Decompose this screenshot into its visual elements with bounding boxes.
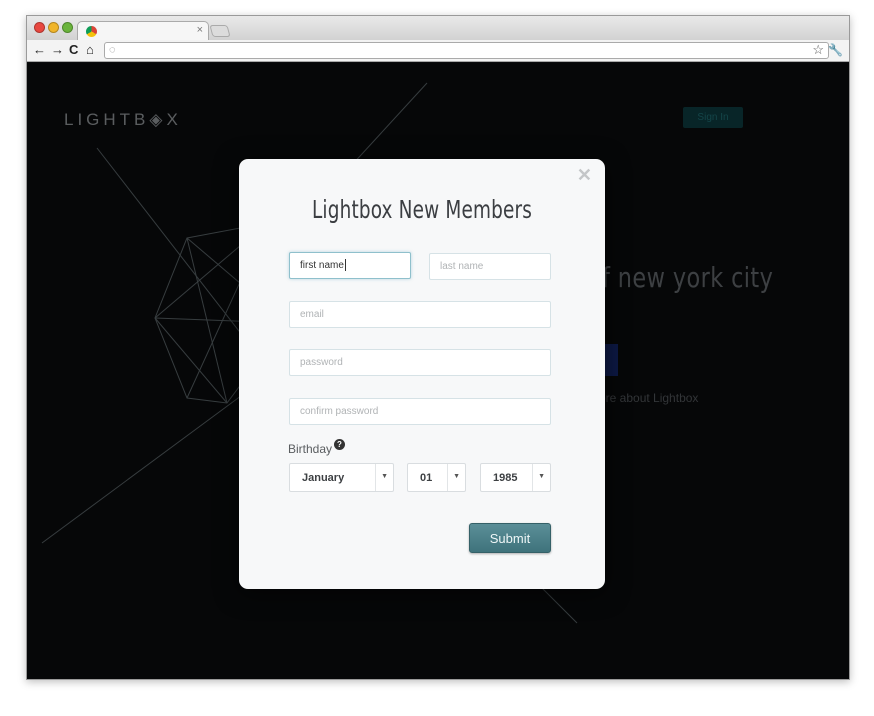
day-value: 01 — [420, 472, 433, 484]
email-field[interactable]: email — [289, 301, 551, 328]
minimize-window-button[interactable] — [48, 22, 59, 33]
title-bar: × — [27, 16, 849, 41]
zoom-window-button[interactable] — [62, 22, 73, 33]
new-tab-button[interactable] — [209, 25, 231, 37]
confirm-password-field[interactable]: confirm password — [289, 398, 551, 425]
year-value: 1985 — [493, 472, 518, 484]
home-icon[interactable]: ⌂ — [86, 43, 94, 57]
password-field[interactable]: password — [289, 349, 551, 376]
tab-close-icon[interactable]: × — [197, 24, 203, 36]
birthday-year-select[interactable]: 1985 ▼ — [480, 463, 551, 492]
back-icon[interactable]: ← — [33, 43, 46, 57]
submit-button[interactable]: Submit — [469, 523, 551, 553]
birthday-label: Birthday — [288, 442, 333, 456]
first-name-field[interactable]: first name — [289, 252, 411, 279]
close-window-button[interactable] — [34, 22, 45, 33]
birthday-day-select[interactable]: 01 ▼ — [407, 463, 466, 492]
select-divider — [447, 464, 448, 491]
first-name-value: first name — [300, 260, 344, 271]
bookmark-star-icon[interactable]: ☆ — [812, 42, 824, 58]
birthday-month-select[interactable]: January ▼ — [289, 463, 394, 492]
chevron-down-icon: ▼ — [381, 473, 388, 480]
month-value: January — [302, 472, 345, 484]
last-name-field[interactable]: last name — [429, 253, 551, 280]
signup-modal: ✕ Lightbox New Members first name last n… — [239, 159, 605, 589]
forward-icon[interactable]: → — [51, 43, 64, 57]
close-icon[interactable]: ✕ — [577, 165, 592, 186]
page-content: LIGHTB◈X Sign In f new york city ore abo… — [27, 63, 849, 679]
text-caret — [344, 259, 346, 272]
browser-tab[interactable]: × — [77, 21, 209, 41]
select-divider — [532, 464, 533, 491]
chevron-down-icon: ▼ — [453, 473, 460, 480]
chevron-down-icon: ▼ — [538, 473, 545, 480]
browser-toolbar: ← → C ⌂ ◌ ☆ 🔧 — [27, 40, 849, 62]
page-icon: ◌ — [109, 44, 116, 56]
modal-title: Lightbox New Members — [311, 195, 532, 224]
select-divider — [375, 464, 376, 491]
wrench-icon[interactable]: 🔧 — [828, 43, 843, 57]
browser-window: × ← → C ⌂ ◌ ☆ 🔧 LIGHTB◈X Sign In f new y… — [26, 15, 850, 680]
help-icon[interactable]: ? — [334, 439, 345, 450]
reload-icon[interactable]: C — [69, 43, 78, 57]
address-bar[interactable]: ◌ ☆ — [104, 42, 829, 59]
chrome-favicon-icon — [86, 26, 97, 37]
